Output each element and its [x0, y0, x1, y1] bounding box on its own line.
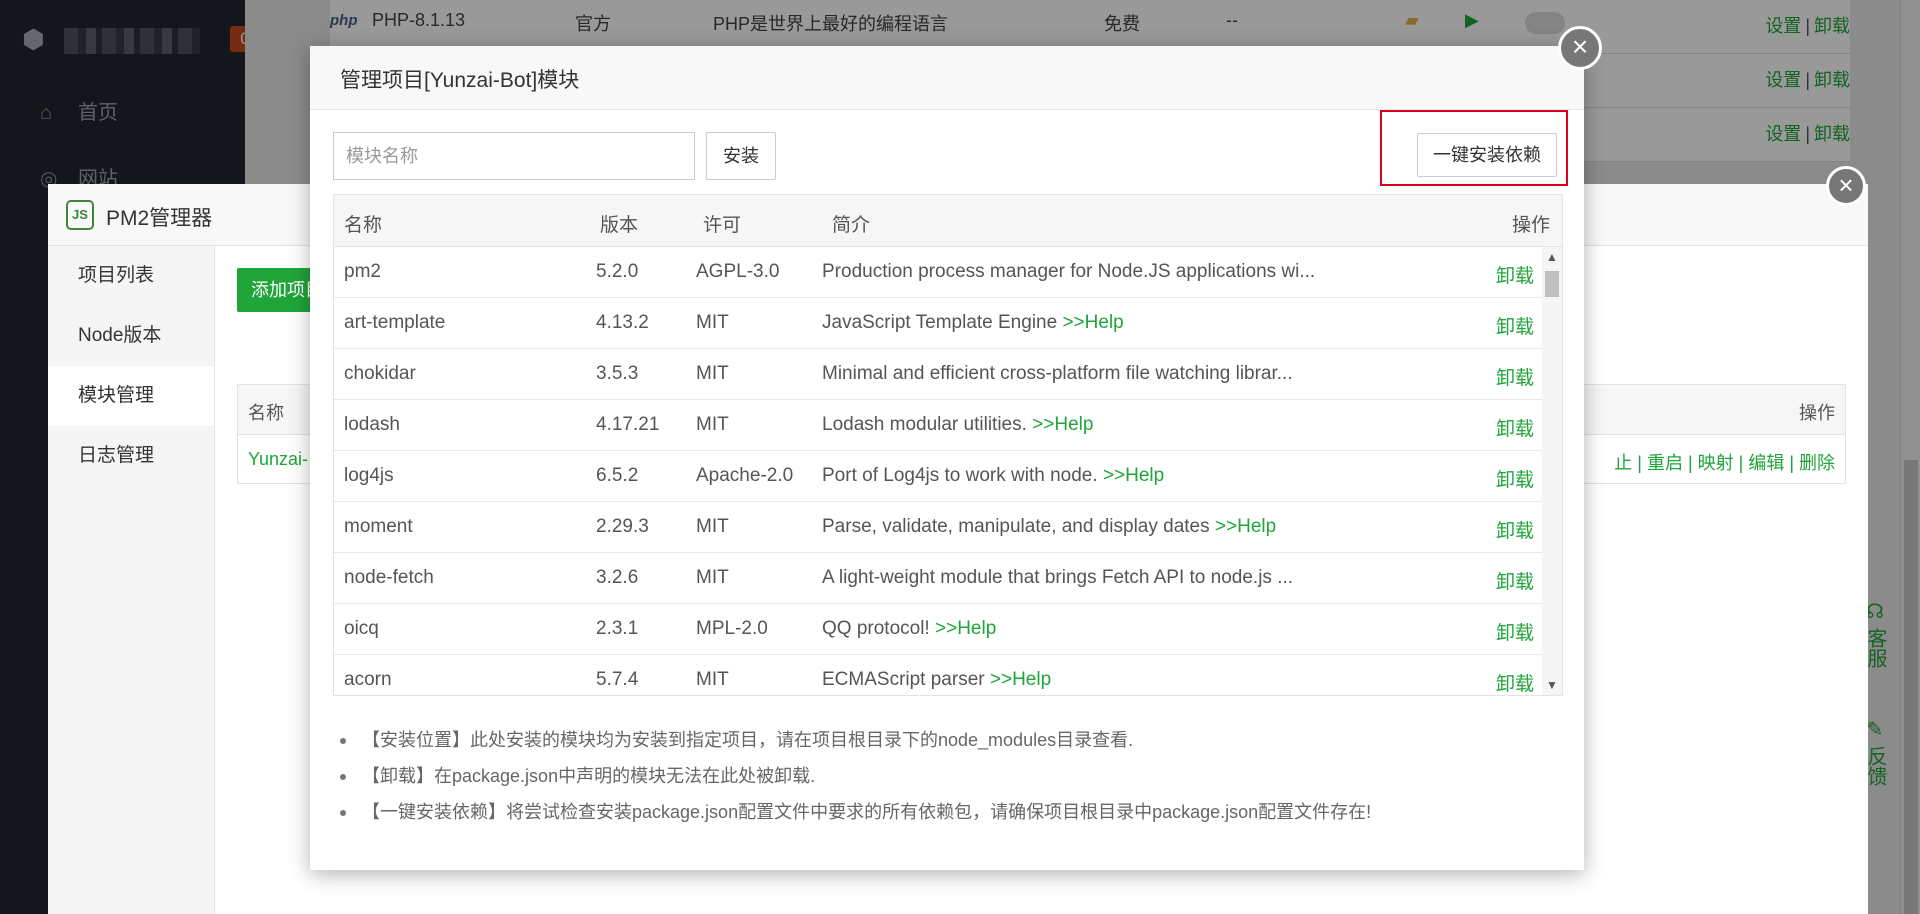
module-desc: ECMAScript parser >>Help: [822, 669, 1052, 690]
module-table: 名称 版本 许可 简介 操作 pm2 5.2.0 AGPL-3.0 Productio…: [333, 194, 1563, 696]
note-item: 【卸载】在package.json中声明的模块无法在此处被卸载.: [340, 758, 1371, 794]
uninstall-button[interactable]: 卸载: [1496, 465, 1534, 492]
modal-close-button[interactable]: ×: [1558, 26, 1602, 70]
uninstall-button[interactable]: 卸载: [1496, 516, 1534, 543]
module-version: 5.7.4: [596, 669, 639, 690]
nav-module-manage[interactable]: 模块管理: [48, 366, 214, 426]
pm2-title: PM2管理器: [106, 207, 213, 230]
table-row: moment 2.29.3 MIT Parse, validate, manipula…: [334, 502, 1542, 553]
module-desc: A light-weight module that brings Fetch …: [822, 567, 1294, 588]
module-desc: Lodash modular utilities. >>Help: [822, 414, 1094, 435]
module-license: AGPL-3.0: [696, 261, 780, 282]
pm2-col-name: 名称: [248, 403, 284, 423]
module-version: 5.2.0: [596, 261, 639, 282]
module-name-input[interactable]: [333, 132, 695, 180]
modal-header: 管理项目[Yunzai-Bot]模块: [310, 46, 1584, 110]
help-link[interactable]: >>Help: [1215, 516, 1276, 537]
pm2-row-actions[interactable]: 止 | 重启 | 映射 | 编辑 | 删除: [1614, 449, 1835, 475]
scroll-down-icon[interactable]: ▼: [1542, 675, 1562, 695]
uninstall-button[interactable]: 卸载: [1496, 261, 1534, 288]
module-desc: QQ protocol! >>Help: [822, 618, 997, 639]
module-name: chokidar: [344, 363, 416, 384]
help-link[interactable]: >>Help: [1103, 465, 1164, 486]
nav-node-version[interactable]: Node版本: [48, 306, 214, 366]
module-desc: Minimal and efficient cross-platform fil…: [822, 363, 1293, 384]
pm2-nav: 项目列表 Node版本 模块管理 日志管理: [48, 246, 214, 914]
col-license: 许可: [703, 215, 742, 236]
col-version: 版本: [600, 215, 639, 236]
col-desc: 简介: [832, 215, 871, 236]
nodejs-icon: JS: [66, 200, 94, 230]
table-row: lodash 4.17.21 MIT Lodash modular utilities…: [334, 400, 1542, 451]
module-name: node-fetch: [344, 567, 434, 588]
close-icon: ×: [1571, 31, 1589, 62]
module-name: moment: [344, 516, 413, 537]
module-license: MPL-2.0: [696, 618, 768, 639]
module-version: 2.3.1: [596, 618, 639, 639]
table-row: acorn 5.7.4 MIT ECMAScript parser >>Help 卸载: [334, 655, 1542, 695]
pm2-col-op: 操作: [1799, 403, 1835, 423]
table-row: oicq 2.3.1 MPL-2.0 QQ protocol! >>Help 卸载: [334, 604, 1542, 655]
module-license: Apache-2.0: [696, 465, 794, 486]
pm2-row-name[interactable]: Yunzai-: [248, 449, 308, 470]
module-license: MIT: [696, 312, 729, 333]
table-row: chokidar 3.5.3 MIT Minimal and efficient cr…: [334, 349, 1542, 400]
module-license: MIT: [696, 414, 729, 435]
module-table-body: pm2 5.2.0 AGPL-3.0 Production process manag…: [334, 247, 1542, 695]
module-name: acorn: [344, 669, 392, 690]
module-manage-dialog: 管理项目[Yunzai-Bot]模块 安装 一键安装依赖 名称 版本 许可 简介…: [310, 46, 1584, 870]
help-link[interactable]: >>Help: [1062, 312, 1123, 333]
module-desc: Parse, validate, manipulate, and display…: [822, 516, 1277, 537]
module-version: 4.17.21: [596, 414, 660, 435]
module-desc: Port of Log4js to work with node. >>Help: [822, 465, 1165, 486]
module-license: MIT: [696, 669, 729, 690]
uninstall-button[interactable]: 卸载: [1496, 414, 1534, 441]
module-name: art-template: [344, 312, 446, 333]
table-row: pm2 5.2.0 AGPL-3.0 Production process manag…: [334, 247, 1542, 298]
uninstall-button[interactable]: 卸载: [1496, 567, 1534, 594]
uninstall-button[interactable]: 卸载: [1496, 618, 1534, 645]
help-link[interactable]: >>Help: [990, 669, 1051, 690]
table-row: log4js 6.5.2 Apache-2.0 Port of Log4js to w…: [334, 451, 1542, 502]
module-license: MIT: [696, 567, 729, 588]
table-scrollbar[interactable]: ▲ ▼: [1542, 247, 1562, 695]
uninstall-button[interactable]: 卸载: [1496, 363, 1534, 390]
module-version: 3.5.3: [596, 363, 639, 384]
notes-list: 【安装位置】此处安装的模块均为安装到指定项目，请在项目根目录下的node_mod…: [340, 722, 1371, 830]
module-table-header: 名称 版本 许可 简介 操作: [334, 195, 1562, 247]
close-icon: ×: [1838, 170, 1854, 200]
module-desc: Production process manager for Node.JS a…: [822, 261, 1316, 282]
uninstall-button[interactable]: 卸载: [1496, 312, 1534, 339]
col-name: 名称: [344, 215, 383, 236]
col-op: 操作: [1511, 215, 1550, 236]
help-link[interactable]: >>Help: [1032, 414, 1093, 435]
module-license: MIT: [696, 516, 729, 537]
uninstall-button[interactable]: 卸载: [1496, 669, 1534, 695]
module-version: 4.13.2: [596, 312, 649, 333]
module-version: 6.5.2: [596, 465, 639, 486]
module-name: oicq: [344, 618, 379, 639]
module-name: lodash: [344, 414, 400, 435]
module-desc: JavaScript Template Engine >>Help: [822, 312, 1124, 333]
scroll-up-icon[interactable]: ▲: [1542, 247, 1562, 267]
nav-project-list[interactable]: 项目列表: [48, 246, 214, 306]
table-row: node-fetch 3.2.6 MIT A light-weight module …: [334, 553, 1542, 604]
table-row: art-template 4.13.2 MIT JavaScript Template…: [334, 298, 1542, 349]
module-version: 2.29.3: [596, 516, 649, 537]
table-scrollbar-thumb[interactable]: [1545, 271, 1559, 297]
module-name: log4js: [344, 465, 394, 486]
note-item: 【一键安装依赖】将尝试检查安装package.json配置文件中要求的所有依赖包…: [340, 794, 1371, 830]
one-click-install-button[interactable]: 一键安装依赖: [1417, 133, 1557, 177]
help-link[interactable]: >>Help: [935, 618, 996, 639]
modal-title: 管理项目[Yunzai-Bot]模块: [340, 69, 580, 92]
nav-log-manage[interactable]: 日志管理: [48, 426, 214, 486]
note-item: 【安装位置】此处安装的模块均为安装到指定项目，请在项目根目录下的node_mod…: [340, 722, 1371, 758]
module-license: MIT: [696, 363, 729, 384]
install-button[interactable]: 安装: [706, 132, 776, 180]
pm2-close-button[interactable]: ×: [1826, 166, 1866, 206]
module-name: pm2: [344, 261, 381, 282]
module-version: 3.2.6: [596, 567, 639, 588]
